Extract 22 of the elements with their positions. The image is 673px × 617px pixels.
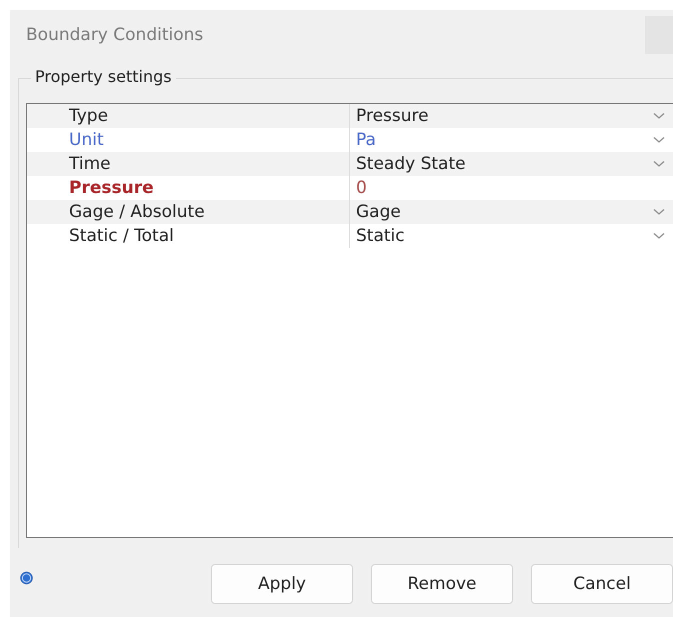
dialog-button[interactable]: Apply (211, 564, 353, 604)
property-dropdown[interactable]: Pa (356, 130, 376, 150)
chevron-icon[interactable] (653, 232, 665, 240)
property-dropdown[interactable]: Steady State (356, 154, 466, 174)
property-dropdown[interactable]: Static (356, 226, 405, 246)
property-label: Pressure (69, 178, 155, 198)
chevron-icon[interactable] (653, 208, 665, 216)
property-label: Static / Total (69, 226, 175, 246)
property-label: Gage / Absolute (69, 202, 206, 222)
chevron-icon[interactable] (653, 112, 665, 120)
chevron-icon[interactable] (653, 136, 665, 144)
property-label: Type (69, 106, 110, 126)
property-dropdown[interactable]: Gage (356, 202, 401, 222)
dialog-button[interactable]: Remove (371, 564, 513, 604)
property-label: Unit (69, 130, 105, 150)
dialog-button[interactable]: Cancel (531, 564, 673, 604)
property-label: Time (69, 154, 112, 174)
group-title: Property settings (31, 67, 176, 86)
window-title: Boundary Conditions (26, 25, 204, 45)
property-input[interactable]: 0 (356, 178, 367, 198)
chevron-icon[interactable] (653, 160, 665, 168)
property-dropdown[interactable]: Pressure (356, 106, 429, 126)
